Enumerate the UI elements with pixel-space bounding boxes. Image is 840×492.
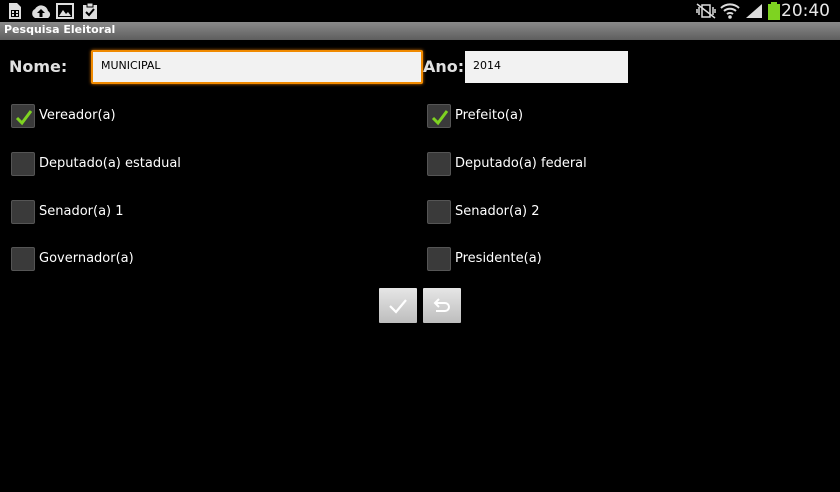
image-icon bbox=[56, 3, 74, 19]
app-title-bar: Pesquisa Eleitoral bbox=[0, 22, 840, 40]
checkmark-icon bbox=[431, 110, 449, 126]
checkbox-label: Vereador(a) bbox=[39, 108, 116, 123]
confirm-button[interactable] bbox=[379, 288, 417, 323]
vibrate-mute-icon bbox=[696, 3, 716, 19]
checkbox-box[interactable] bbox=[11, 247, 35, 271]
ano-input[interactable]: 2014 bbox=[465, 51, 628, 83]
status-bar: 20:40 bbox=[0, 0, 840, 22]
back-button[interactable] bbox=[423, 288, 461, 323]
checkbox-box[interactable] bbox=[427, 200, 451, 224]
checkbox-label: Presidente(a) bbox=[455, 251, 542, 266]
signal-icon bbox=[746, 4, 762, 18]
checkbox-label: Senador(a) 2 bbox=[455, 204, 540, 219]
nome-input[interactable]: MUNICIPAL bbox=[91, 50, 423, 84]
checkbox-box[interactable] bbox=[427, 247, 451, 271]
checkmark-icon bbox=[389, 299, 407, 314]
status-time: 20:40 bbox=[781, 1, 830, 21]
undo-icon bbox=[433, 298, 450, 312]
checkbox-label: Deputado(a) federal bbox=[455, 156, 587, 171]
checkbox-box[interactable] bbox=[427, 104, 451, 128]
wifi-icon bbox=[720, 3, 740, 19]
nome-label: Nome: bbox=[9, 57, 68, 76]
cloud-upload-icon bbox=[32, 5, 51, 18]
checkbox-label: Deputado(a) estadual bbox=[39, 156, 181, 171]
checkbox-label: Senador(a) 1 bbox=[39, 204, 124, 219]
sim-card-icon bbox=[9, 3, 21, 19]
checkbox-box[interactable] bbox=[427, 152, 451, 176]
battery-icon bbox=[768, 2, 780, 20]
app-title: Pesquisa Eleitoral bbox=[4, 23, 116, 36]
checkbox-box[interactable] bbox=[11, 152, 35, 176]
checkbox-label: Prefeito(a) bbox=[455, 108, 524, 123]
clipboard-check-icon bbox=[83, 2, 97, 19]
ano-label: Ano: bbox=[423, 57, 465, 76]
checkbox-box[interactable] bbox=[11, 104, 35, 128]
checkbox-label: Governador(a) bbox=[39, 251, 134, 266]
checkmark-icon bbox=[15, 110, 33, 126]
checkbox-box[interactable] bbox=[11, 200, 35, 224]
